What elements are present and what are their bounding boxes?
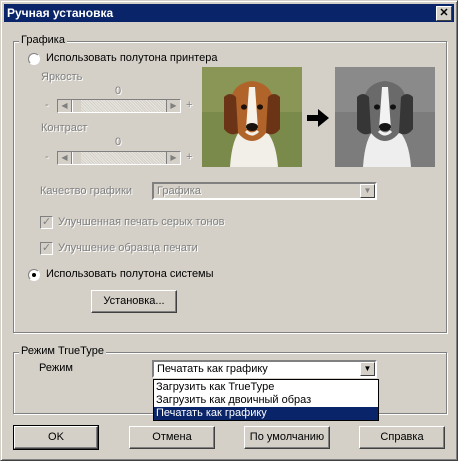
color-preview-image — [202, 67, 302, 167]
quality-label: Качество графики — [40, 185, 132, 197]
dialog-window: Ручная установка ✕ Графика Использовать … — [0, 0, 458, 461]
help-button[interactable]: Справка — [359, 426, 445, 449]
contrast-label: Контраст — [41, 122, 88, 134]
grayscale-preview-image — [335, 67, 435, 167]
contrast-plus: + — [186, 151, 193, 163]
cancel-button[interactable]: Отмена — [129, 426, 215, 449]
contrast-left-arrow-icon[interactable]: ◀ — [58, 152, 72, 164]
chevron-down-icon[interactable]: ▼ — [360, 362, 375, 376]
quality-select-value: Графика — [157, 185, 201, 197]
contrast-slider[interactable]: ◀ ▶ — [57, 151, 181, 165]
dropdown-option[interactable]: Загрузить как двоичный образ — [154, 394, 378, 407]
contrast-right-arrow-icon[interactable]: ▶ — [166, 152, 180, 164]
truetype-mode-dropdown: Загрузить как TrueType Загрузить как дво… — [153, 379, 379, 421]
brightness-label: Яркость — [41, 71, 83, 83]
truetype-group-label: Режим TrueType — [19, 345, 107, 357]
quality-select[interactable]: Графика ▼ — [152, 182, 377, 200]
brightness-right-arrow-icon[interactable]: ▶ — [166, 100, 180, 112]
chevron-down-icon[interactable]: ▼ — [360, 184, 375, 198]
arrow-right-icon — [307, 109, 329, 127]
brightness-slider[interactable]: ◀ ▶ — [57, 99, 181, 113]
dropdown-option[interactable]: Загрузить как TrueType — [154, 381, 378, 394]
gray-tones-label[interactable]: Улучшенная печать серых тонов — [58, 216, 225, 228]
gray-tones-checkbox[interactable]: ✓ — [40, 216, 53, 229]
sample-enhance-label[interactable]: Улучшение образца печати — [58, 242, 198, 254]
truetype-mode-select[interactable]: Печатать как графику ▼ — [152, 360, 377, 378]
brightness-value: 0 — [115, 85, 122, 97]
system-halftone-radio[interactable] — [28, 269, 40, 281]
dropdown-option-selected[interactable]: Печатать как графику — [154, 407, 378, 420]
truetype-mode-value: Печатать как графику — [157, 363, 268, 375]
contrast-value: 0 — [115, 136, 122, 148]
brightness-minus: - — [45, 99, 49, 111]
contrast-minus: - — [45, 151, 49, 163]
system-halftone-label[interactable]: Использовать полутона системы — [46, 268, 214, 280]
ok-button[interactable]: OK — [13, 425, 99, 450]
radio-selected-dot — [32, 273, 36, 277]
close-button[interactable]: ✕ — [436, 6, 452, 21]
window-title: Ручная установка — [7, 6, 114, 20]
printer-halftone-radio[interactable] — [28, 53, 40, 65]
brightness-track-fill — [81, 100, 166, 112]
truetype-mode-label: Режим — [39, 362, 73, 374]
title-bar[interactable]: Ручная установка ✕ — [4, 4, 454, 22]
setup-button[interactable]: Установка... — [91, 290, 177, 313]
brightness-plus: + — [186, 99, 193, 111]
brightness-left-arrow-icon[interactable]: ◀ — [58, 100, 72, 112]
printer-halftone-label[interactable]: Использовать полутона принтера — [46, 52, 217, 64]
default-button[interactable]: По умолчанию — [244, 426, 330, 449]
graphics-group-label: Графика — [19, 34, 67, 46]
contrast-track-fill — [81, 152, 166, 164]
sample-enhance-checkbox[interactable]: ✓ — [40, 242, 53, 255]
